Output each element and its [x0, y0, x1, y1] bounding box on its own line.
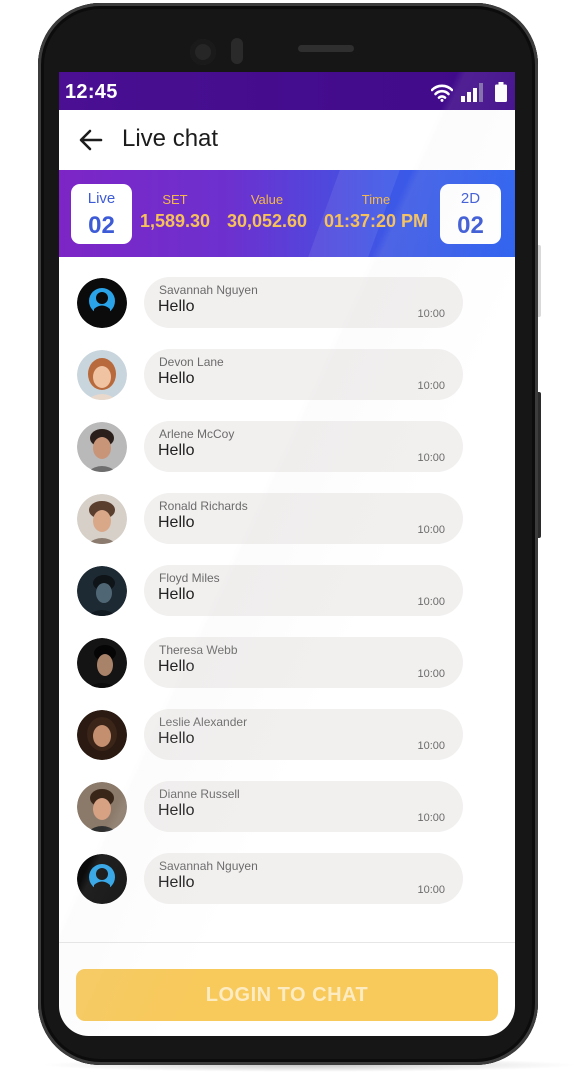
login-to-chat-button[interactable]: LOGIN TO CHAT: [76, 969, 498, 1021]
default-user-icon: [77, 854, 127, 904]
message-text: Hello: [158, 514, 195, 531]
message-time: 10:00: [417, 524, 445, 536]
sender-name: Devon Lane: [159, 355, 224, 369]
message-text: Hello: [158, 298, 195, 315]
message-bubble: Devon Lane Hello 10:00: [144, 349, 463, 400]
message-bubble: Leslie Alexander Hello 10:00: [144, 709, 463, 760]
value-value: 30,052.60: [226, 211, 308, 231]
page-title: Live chat: [122, 125, 219, 152]
status-bar: 12:45: [59, 72, 515, 110]
user-avatar-photo: [77, 710, 127, 760]
twod-badge-label: 2D: [460, 190, 481, 207]
default-user-icon: [77, 278, 127, 328]
time-label: Time: [361, 192, 391, 207]
results-banner: Live 02 SET 1,589.30 Value 30,052.60 Tim…: [59, 170, 515, 257]
value-label: Value: [250, 192, 284, 207]
chat-message[interactable]: Leslie Alexander Hello 10:00: [59, 709, 515, 761]
footer-divider: [59, 942, 515, 943]
sender-name: Dianne Russell: [159, 787, 240, 801]
chat-message[interactable]: Ronald Richards Hello 10:00: [59, 493, 515, 545]
message-time: 10:00: [417, 380, 445, 392]
signal-icon: [461, 83, 483, 102]
message-time: 10:00: [417, 308, 445, 320]
message-text: Hello: [158, 370, 195, 387]
battery-icon: [495, 82, 507, 102]
time-value: 01:37:20 PM: [323, 211, 429, 231]
set-stat: SET 1,589.30: [137, 192, 213, 232]
chat-message[interactable]: Dianne Russell Hello 10:00: [59, 781, 515, 833]
sender-name: Savannah Nguyen: [159, 859, 258, 873]
live-badge: Live 02: [71, 184, 132, 244]
status-icons: [431, 80, 507, 102]
message-bubble: Floyd Miles Hello 10:00: [144, 565, 463, 616]
front-camera: [190, 39, 216, 65]
chat-message[interactable]: Savannah Nguyen Hello 10:00: [59, 277, 515, 329]
message-bubble: Dianne Russell Hello 10:00: [144, 781, 463, 832]
status-time: 12:45: [65, 81, 118, 103]
message-text: Hello: [158, 730, 195, 747]
user-avatar-photo: [77, 782, 127, 832]
sender-name: Ronald Richards: [159, 499, 248, 513]
message-bubble: Arlene McCoy Hello 10:00: [144, 421, 463, 472]
chat-message[interactable]: Arlene McCoy Hello 10:00: [59, 421, 515, 473]
arrow-left-icon[interactable]: [77, 126, 105, 154]
message-time: 10:00: [417, 884, 445, 896]
live-badge-label: Live: [87, 190, 116, 207]
user-avatar-photo: [77, 494, 127, 544]
message-time: 10:00: [417, 740, 445, 752]
message-text: Hello: [158, 874, 195, 891]
sender-name: Arlene McCoy: [159, 427, 235, 441]
twod-badge: 2D 02: [440, 184, 501, 244]
twod-badge-value: 02: [457, 212, 484, 239]
message-time: 10:00: [417, 452, 445, 464]
message-bubble: Theresa Webb Hello 10:00: [144, 637, 463, 688]
chat-message[interactable]: Theresa Webb Hello 10:00: [59, 637, 515, 689]
message-bubble: Ronald Richards Hello 10:00: [144, 493, 463, 544]
message-bubble: Savannah Nguyen Hello 10:00: [144, 277, 463, 328]
user-avatar-photo: [77, 422, 127, 472]
proximity-sensor: [231, 38, 243, 64]
message-text: Hello: [158, 586, 195, 603]
message-text: Hello: [158, 442, 195, 459]
user-avatar-photo: [77, 566, 127, 616]
set-value: 1,589.30: [139, 211, 211, 231]
sender-name: Floyd Miles: [159, 571, 220, 585]
user-avatar-photo: [77, 350, 127, 400]
chat-message[interactable]: Floyd Miles Hello 10:00: [59, 565, 515, 617]
set-label: SET: [162, 192, 188, 207]
message-text: Hello: [158, 802, 195, 819]
message-bubble: Savannah Nguyen Hello 10:00: [144, 853, 463, 904]
sender-name: Theresa Webb: [159, 643, 238, 657]
phone-frame: 12:45 Live chat Live 02 SET 1,589.30 Val…: [38, 3, 538, 1065]
earpiece-speaker: [298, 45, 354, 52]
user-avatar-photo: [77, 638, 127, 688]
sender-name: Leslie Alexander: [159, 715, 248, 729]
wifi-icon: [431, 84, 453, 102]
message-text: Hello: [158, 658, 195, 675]
message-time: 10:00: [417, 668, 445, 680]
message-time: 10:00: [417, 812, 445, 824]
app-screen: 12:45 Live chat Live 02 SET 1,589.30 Val…: [59, 72, 515, 1036]
chat-message[interactable]: Devon Lane Hello 10:00: [59, 349, 515, 401]
message-time: 10:00: [417, 596, 445, 608]
live-badge-value: 02: [88, 212, 115, 239]
sender-name: Savannah Nguyen: [159, 283, 258, 297]
chat-message[interactable]: Savannah Nguyen Hello 10:00: [59, 853, 515, 905]
time-stat: Time 01:37:20 PM: [319, 192, 433, 232]
value-stat: Value 30,052.60: [219, 192, 315, 232]
app-header: Live chat: [59, 110, 515, 170]
